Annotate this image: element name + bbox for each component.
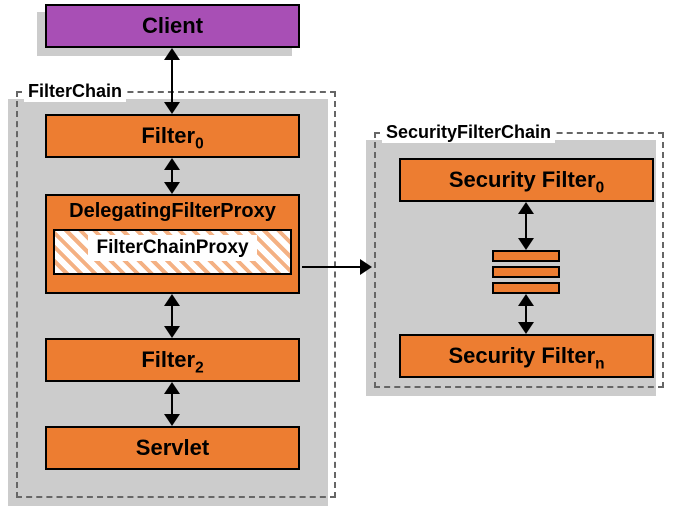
fcproxy-box: FilterChainProxy [53, 229, 292, 275]
sfn-box: Security Filtern [399, 334, 654, 378]
delegating-label: DelegatingFilterProxy [53, 200, 292, 223]
arrow-f0-del [171, 160, 173, 192]
client-label: Client [142, 13, 203, 38]
arrow-f2-servlet [171, 384, 173, 424]
servlet-label: Servlet [136, 435, 209, 460]
arrow-sf0-stack [525, 204, 527, 248]
filterchain-label: FilterChain [24, 81, 126, 102]
sf0-sub: 0 [596, 179, 605, 196]
delegating-box: DelegatingFilterProxy FilterChainProxy [45, 194, 300, 294]
stack-icon [492, 250, 560, 294]
servlet-box: Servlet [45, 426, 300, 470]
sfn-label: Security Filter [448, 343, 595, 368]
client-box: Client [45, 4, 300, 48]
sf0-box: Security Filter0 [399, 158, 654, 202]
filter2-sub: 2 [195, 359, 204, 376]
fcproxy-inner: FilterChainProxy [88, 235, 256, 261]
arrow-stack-sfn [525, 296, 527, 332]
filter0-label: Filter [141, 123, 195, 148]
sf0-label: Security Filter [449, 167, 596, 192]
arrow-fcp-sfc [302, 266, 370, 268]
filter0-box: Filter0 [45, 114, 300, 158]
filter0-sub: 0 [195, 135, 204, 152]
arrow-client-f0 [171, 50, 173, 112]
filter2-label: Filter [141, 347, 195, 372]
sfc-label: SecurityFilterChain [382, 122, 555, 143]
sfn-sub: n [595, 355, 604, 372]
filter2-box: Filter2 [45, 338, 300, 382]
arrow-del-f2 [171, 296, 173, 336]
